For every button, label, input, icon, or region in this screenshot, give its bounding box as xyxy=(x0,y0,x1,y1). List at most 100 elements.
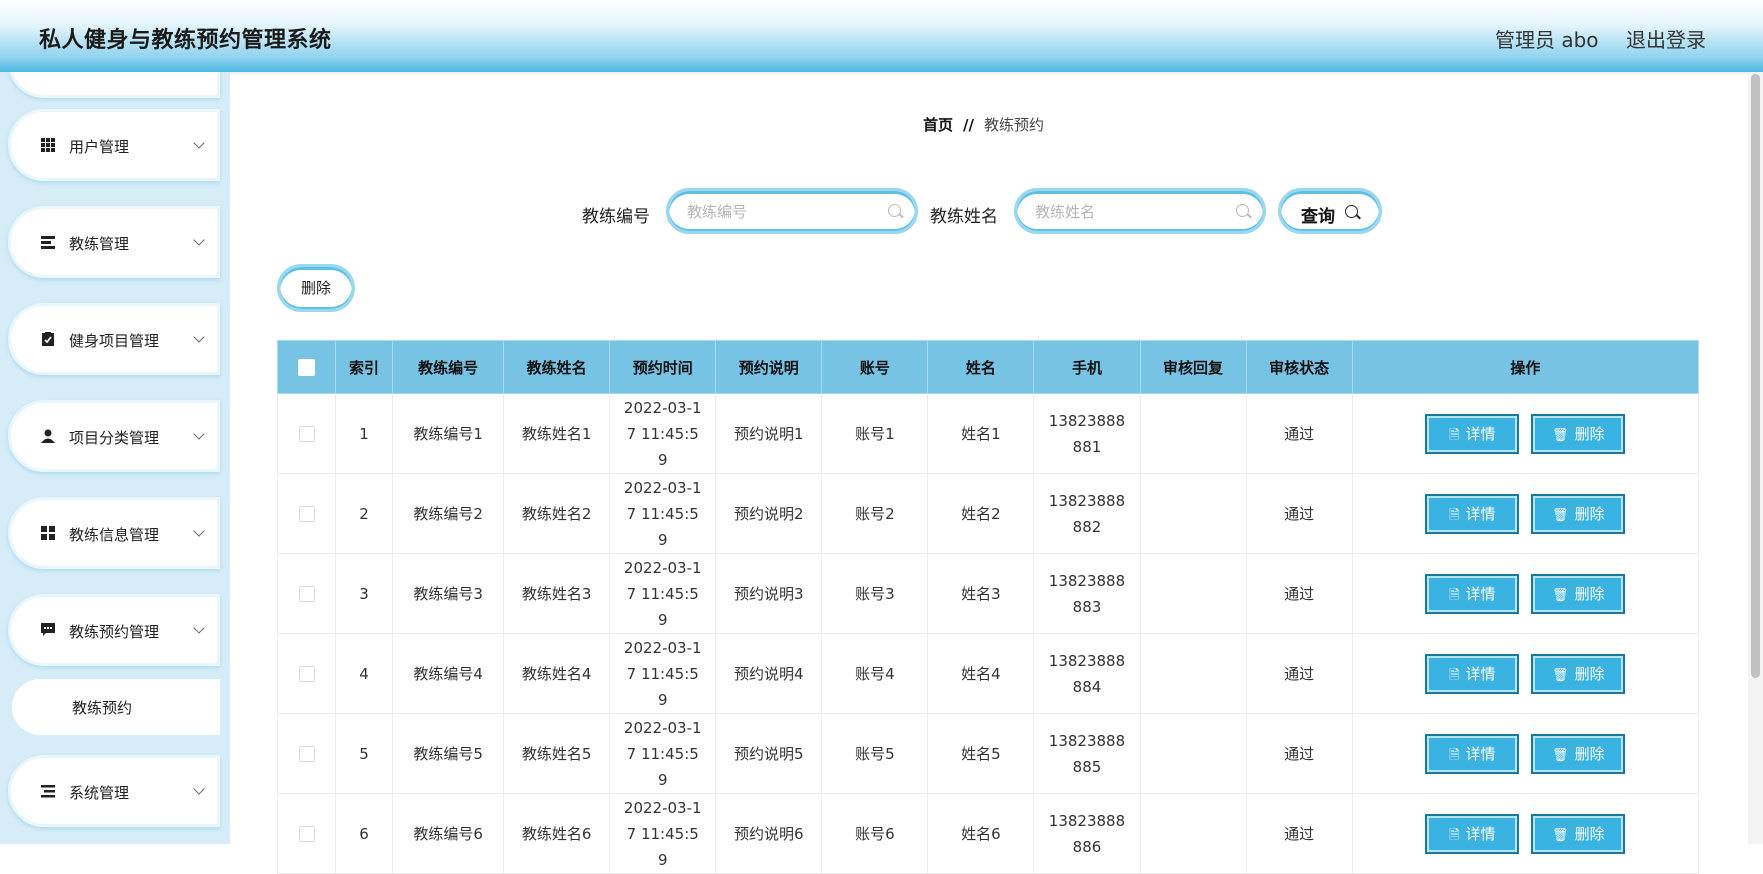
cell-time: 2022-03-17 11:45:59 xyxy=(609,713,717,794)
cell-account: 账号2 xyxy=(821,473,929,554)
delete-button-label: 删除 xyxy=(1574,744,1605,763)
current-user: 管理员 abo xyxy=(1495,28,1599,52)
sidebar-item-label: 系统管理 xyxy=(69,784,130,802)
table-row: 1 教练编号1 教练姓名1 2022-03-17 11:45:59 预约说明1 账号1 姓名… xyxy=(276,393,1700,474)
booking-time: 2022-03-17 11:45:59 xyxy=(623,638,702,709)
sidebar-item-coach-booking[interactable]: 教练预约管理 xyxy=(8,594,220,666)
top-header: 私人健身与教练预约管理系统 管理员 abo 退出登录 xyxy=(0,0,1763,72)
sidebar-item-label: 教练管理 xyxy=(69,235,130,253)
sidebar-item-hidden[interactable] xyxy=(8,72,220,98)
row-checkbox[interactable] xyxy=(298,586,315,602)
row-select-cell xyxy=(276,713,337,794)
select-all-cell xyxy=(276,340,337,394)
breadcrumb-current: 教练预约 xyxy=(983,116,1044,134)
cell-name: 姓名5 xyxy=(927,713,1035,794)
cell-coach-no: 教练编号2 xyxy=(392,473,505,554)
cell-status: 通过 xyxy=(1245,553,1353,634)
table-row: 3 教练编号3 教练姓名3 2022-03-17 11:45:59 预约说明3 账号3 姓名… xyxy=(276,553,1700,634)
document-icon: 🗎 xyxy=(1449,747,1460,763)
batch-delete-button[interactable]: 删除 xyxy=(277,264,355,312)
cell-phone: 13823888882 xyxy=(1033,473,1141,554)
column-header: 审核回复 xyxy=(1139,340,1247,394)
delete-button[interactable]: 🗑 删除 xyxy=(1531,653,1626,694)
breadcrumb-home[interactable]: 首页 xyxy=(923,116,953,134)
cell-note: 预约说明5 xyxy=(715,713,823,794)
phone-number: 13823888886 xyxy=(1048,811,1126,856)
table-row: 5 教练编号5 教练姓名5 2022-03-17 11:45:59 预约说明5 账号5 姓名… xyxy=(276,713,1700,794)
row-select-cell xyxy=(276,793,337,874)
sidebar-item-system[interactable]: 系统管理 xyxy=(8,755,220,827)
column-header: 操作 xyxy=(1351,340,1700,394)
cell-status: 通过 xyxy=(1245,473,1353,554)
trash-icon: 🗑 xyxy=(1552,827,1569,843)
detail-button-label: 详情 xyxy=(1465,824,1496,843)
delete-button[interactable]: 🗑 删除 xyxy=(1531,813,1626,854)
table-body: 1 教练编号1 教练姓名1 2022-03-17 11:45:59 预约说明1 账号1 姓名… xyxy=(276,393,1700,874)
row-checkbox[interactable] xyxy=(298,506,315,522)
row-checkbox[interactable] xyxy=(298,666,315,682)
delete-button[interactable]: 🗑 删除 xyxy=(1531,493,1626,534)
sidebar-item-fitness-projects[interactable]: 健身项目管理 xyxy=(8,303,220,375)
row-select-cell xyxy=(276,473,337,554)
delete-button[interactable]: 🗑 删除 xyxy=(1531,413,1626,454)
delete-button[interactable]: 🗑 删除 xyxy=(1531,573,1626,614)
select-all-checkbox[interactable] xyxy=(298,359,316,376)
cell-index: 6 xyxy=(335,793,394,874)
cell-status: 通过 xyxy=(1245,713,1353,794)
trash-icon: 🗑 xyxy=(1552,747,1569,763)
cell-phone: 13823888884 xyxy=(1033,633,1141,714)
sidebar-subitem-coach-booking[interactable]: 教练预约 xyxy=(12,679,220,735)
delete-button-label: 删除 xyxy=(1574,824,1605,843)
document-icon: 🗎 xyxy=(1449,587,1460,603)
phone-number: 13823888885 xyxy=(1048,731,1126,776)
sidebar-item-label: 用户管理 xyxy=(69,138,130,156)
query-button[interactable]: 查询 xyxy=(1278,188,1382,234)
phone-number: 13823888881 xyxy=(1048,411,1126,456)
chevron-down-icon xyxy=(193,525,205,537)
column-header: 教练姓名 xyxy=(503,340,611,394)
sidebar-item-project-categories[interactable]: 项目分类管理 xyxy=(8,400,220,472)
document-icon: 🗎 xyxy=(1449,427,1460,443)
trash-icon: 🗑 xyxy=(1552,587,1569,603)
delete-button-label: 删除 xyxy=(1574,504,1605,523)
delete-button-label: 删除 xyxy=(1574,664,1605,683)
detail-button[interactable]: 🗎 详情 xyxy=(1425,493,1520,534)
detail-button-label: 详情 xyxy=(1465,744,1496,763)
row-checkbox[interactable] xyxy=(298,426,315,442)
trash-icon: 🗑 xyxy=(1552,667,1569,683)
coach-no-field xyxy=(666,188,918,234)
sidebar-item-coach-info[interactable]: 教练信息管理 xyxy=(8,497,220,569)
column-header: 账号 xyxy=(821,340,929,394)
booking-time: 2022-03-17 11:45:59 xyxy=(623,398,702,469)
cell-index: 3 xyxy=(335,553,394,634)
scrollbar-thumb[interactable] xyxy=(1751,74,1760,678)
sidebar-item-label: 教练预约管理 xyxy=(69,623,160,641)
cell-index: 5 xyxy=(335,713,394,794)
detail-button[interactable]: 🗎 详情 xyxy=(1425,413,1520,454)
actions-cell: 🗎 详情 🗑 删除 xyxy=(1351,793,1700,874)
coach-no-input[interactable] xyxy=(685,200,879,224)
coach-name-label: 教练姓名 xyxy=(930,207,998,227)
sidebar-item-users[interactable]: 用户管理 xyxy=(8,109,220,181)
column-header: 审核状态 xyxy=(1245,340,1353,394)
sidebar-item-coaches[interactable]: 教练管理 xyxy=(8,206,220,278)
detail-button[interactable]: 🗎 详情 xyxy=(1425,573,1520,614)
chevron-down-icon xyxy=(193,783,205,795)
chevron-down-icon xyxy=(193,428,205,440)
cell-name: 姓名1 xyxy=(927,393,1035,474)
coach-name-input[interactable] xyxy=(1033,200,1227,224)
column-header: 教练编号 xyxy=(392,340,505,394)
delete-button[interactable]: 🗑 删除 xyxy=(1531,733,1626,774)
column-header: 姓名 xyxy=(927,340,1035,394)
row-checkbox[interactable] xyxy=(298,826,315,842)
cell-reply xyxy=(1139,473,1247,554)
detail-button[interactable]: 🗎 详情 xyxy=(1425,733,1520,774)
detail-button[interactable]: 🗎 详情 xyxy=(1425,653,1520,694)
cell-coach-name: 教练姓名2 xyxy=(503,473,611,554)
detail-button[interactable]: 🗎 详情 xyxy=(1425,813,1520,854)
row-checkbox[interactable] xyxy=(298,746,315,762)
logout-link[interactable]: 退出登录 xyxy=(1626,24,1706,53)
chevron-down-icon xyxy=(193,622,205,634)
cell-account: 账号1 xyxy=(821,393,929,474)
menu-icon xyxy=(41,785,55,798)
